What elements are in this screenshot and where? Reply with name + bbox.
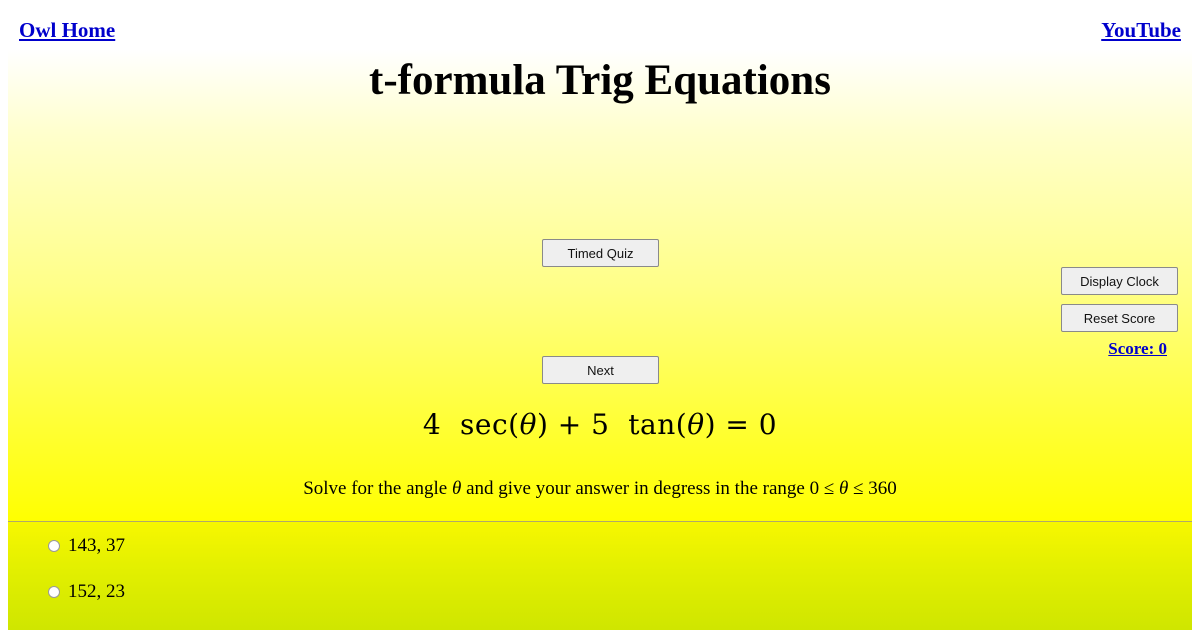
range-high: 360 [868, 478, 897, 499]
answer-option[interactable]: 152, 23 [48, 581, 125, 603]
instruction-var: θ [452, 478, 462, 499]
question-instruction: Solve for the angle θ and give your answ… [8, 478, 1192, 500]
range-le-2: ≤ [853, 478, 864, 499]
reset-score-button[interactable]: Reset Score [1061, 304, 1178, 332]
range-low: 0 [809, 478, 820, 499]
answer-option[interactable]: 143, 37 [48, 535, 125, 557]
equation-rhs: 0 [758, 408, 778, 441]
answer-option-label: 152, 23 [68, 581, 125, 602]
instruction-text-1: Solve for the angle [303, 478, 452, 499]
equation-var2: θ [687, 408, 705, 441]
instruction-text-2: and give your answer in degress in the r… [461, 478, 810, 499]
quiz-panel: t-formula Trig Equations Timed Quiz Next… [8, 50, 1192, 522]
equation-equals: = [725, 408, 750, 441]
answer-options: 143, 37 152, 23 [8, 522, 1192, 630]
radio-button[interactable] [48, 586, 60, 598]
page-title: t-formula Trig Equations [369, 57, 831, 104]
top-nav: Owl Home YouTube [19, 18, 1181, 46]
score-link[interactable]: Score: 0 [1108, 339, 1167, 359]
range-var: θ [839, 478, 849, 499]
timed-quiz-button[interactable]: Timed Quiz [542, 239, 659, 267]
owl-home-link[interactable]: Owl Home [19, 18, 115, 43]
equation-op: + [557, 408, 582, 441]
next-button[interactable]: Next [542, 356, 659, 384]
equation: 4 sec(θ) + 5 tan(θ) = 0 [422, 408, 778, 441]
equation-func2: tan [628, 408, 676, 441]
range-le-1: ≤ [823, 478, 835, 499]
equation-coef2: 5 [591, 408, 610, 441]
youtube-link[interactable]: YouTube [1101, 18, 1181, 43]
answer-option-label: 143, 37 [68, 535, 125, 556]
equation-func1: sec [460, 408, 509, 441]
equation-coef1: 4 [422, 408, 442, 441]
equation-var1: θ [519, 408, 537, 441]
display-clock-button[interactable]: Display Clock [1061, 267, 1178, 295]
radio-button[interactable] [48, 540, 60, 552]
